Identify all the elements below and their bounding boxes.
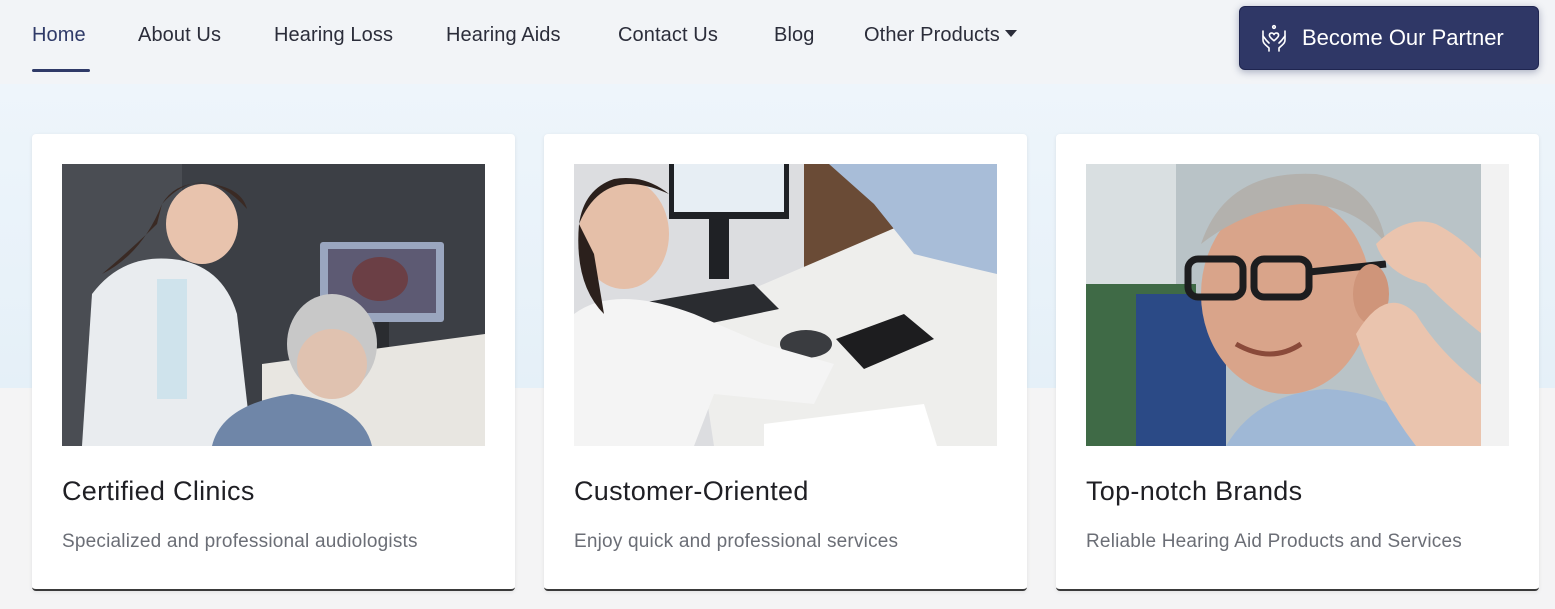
nav-active-indicator [32, 69, 90, 72]
card-description: Reliable Hearing Aid Products and Servic… [1086, 531, 1462, 552]
doctor-showing-hearing-aid-photo [574, 164, 997, 446]
caret-down-icon [1004, 30, 1017, 38]
feature-card-customer-oriented[interactable]: Customer-Oriented Enjoy quick and profes… [544, 134, 1027, 591]
card-title: Top-notch Brands [1086, 476, 1303, 506]
nav-home[interactable]: Home [32, 24, 86, 52]
hands-heart-icon [1258, 22, 1290, 54]
nav-hearing-loss[interactable]: Hearing Loss [274, 24, 393, 52]
feature-card-certified-clinics[interactable]: Certified Clinics Specialized and profes… [32, 134, 515, 591]
nav-other-products-label: Other Products [864, 24, 1000, 46]
nav-about-us[interactable]: About Us [138, 24, 221, 52]
card-title: Customer-Oriented [574, 476, 809, 506]
become-partner-label: Become Our Partner [1302, 25, 1504, 50]
top-navigation: Home About Us Hearing Loss Hearing Aids … [0, 0, 1555, 84]
card-title: Certified Clinics [62, 476, 255, 506]
man-fitted-with-hearing-aid-photo [1086, 164, 1509, 446]
nav-contact-us[interactable]: Contact Us [618, 24, 718, 52]
card-description: Enjoy quick and professional services [574, 531, 899, 552]
feature-card-top-notch-brands[interactable]: Top-notch Brands Reliable Hearing Aid Pr… [1056, 134, 1539, 591]
nav-other-products[interactable]: Other Products [864, 24, 1017, 52]
become-partner-button[interactable]: Become Our Partner [1239, 6, 1539, 70]
nav-blog[interactable]: Blog [774, 24, 814, 52]
card-description: Specialized and professional audiologist… [62, 531, 418, 552]
audiologist-examining-ear-photo [62, 164, 485, 446]
nav-hearing-aids[interactable]: Hearing Aids [446, 24, 561, 52]
